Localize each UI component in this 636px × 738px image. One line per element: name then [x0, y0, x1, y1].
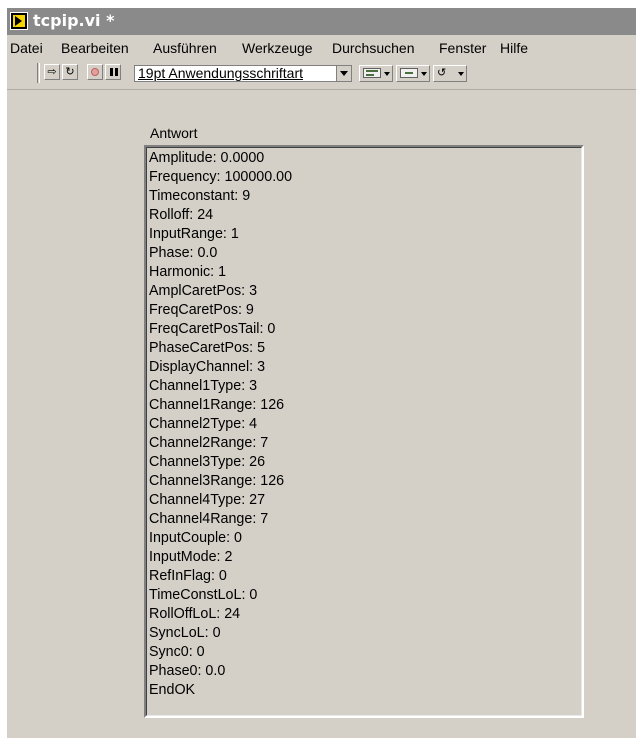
font-selector[interactable]: 19pt Anwendungsschriftart: [134, 65, 352, 82]
antwort-line: Phase: 0.0: [149, 245, 218, 261]
antwort-line: Channel2Range: 7: [149, 435, 269, 451]
window-title: tcpip.vi *: [33, 11, 115, 30]
antwort-line: Channel4Range: 7: [149, 511, 269, 527]
menu-bearbeiten[interactable]: Bearbeiten: [61, 40, 129, 56]
antwort-line: InputCouple: 0: [149, 530, 242, 546]
antwort-line: Phase0: 0.0: [149, 663, 226, 679]
chevron-down-icon[interactable]: [336, 66, 351, 81]
antwort-line: DisplayChannel: 3: [149, 359, 266, 375]
antwort-line: InputRange: 1: [149, 226, 239, 242]
menu-hilfe[interactable]: Hilfe: [500, 40, 528, 56]
pause-icon[interactable]: [105, 64, 121, 80]
run-arrow-icon[interactable]: ⇨: [44, 64, 60, 80]
menu-fenster[interactable]: Fenster: [439, 40, 486, 56]
antwort-line: Harmonic: 1: [149, 264, 227, 280]
toolbar: ⇨ ↻ 19pt Anwendungsschriftart ↺: [7, 60, 636, 90]
toolbar-grip: [37, 63, 40, 83]
menu-ausfuehren[interactable]: Ausführen: [153, 40, 217, 56]
reorder-icon[interactable]: ↺: [433, 65, 467, 82]
align-objects-icon[interactable]: [359, 65, 393, 82]
antwort-line: Timeconstant: 9: [149, 188, 251, 204]
menu-bar: Datei Bearbeiten Ausführen Werkzeuge Dur…: [7, 38, 636, 58]
antwort-line: Channel3Range: 126: [149, 473, 285, 489]
antwort-line: Frequency: 100000.00: [149, 169, 293, 185]
antwort-line: SyncLoL: 0: [149, 625, 221, 641]
antwort-line: EndOK: [149, 682, 196, 698]
antwort-line: TimeConstLoL: 0: [149, 587, 258, 603]
labview-window: tcpip.vi * Datei Bearbeiten Ausführen We…: [7, 8, 636, 738]
run-continuously-icon[interactable]: ↻: [62, 64, 78, 80]
antwort-line: Channel2Type: 4: [149, 416, 258, 432]
menu-werkzeuge[interactable]: Werkzeuge: [242, 40, 313, 56]
abort-icon[interactable]: [87, 64, 103, 80]
antwort-line: Amplitude: 0.0000: [149, 150, 265, 166]
title-bar[interactable]: tcpip.vi *: [7, 8, 636, 35]
antwort-line: FreqCaretPosTail: 0: [149, 321, 276, 337]
antwort-line: AmplCaretPos: 3: [149, 283, 258, 299]
antwort-line: RollOffLoL: 24: [149, 606, 241, 622]
antwort-line: FreqCaretPos: 9: [149, 302, 254, 318]
distribute-objects-icon[interactable]: [396, 65, 430, 82]
antwort-line: Channel3Type: 26: [149, 454, 266, 470]
font-selector-value: 19pt Anwendungsschriftart: [138, 65, 303, 81]
antwort-string-indicator[interactable]: Amplitude: 0.0000 Frequency: 100000.00 Tim…: [144, 145, 584, 718]
antwort-line: PhaseCaretPos: 5: [149, 340, 266, 356]
antwort-label: Antwort: [150, 125, 198, 141]
antwort-line: Rolloff: 24: [149, 207, 214, 223]
antwort-line: Channel1Range: 126: [149, 397, 285, 413]
labview-vi-icon[interactable]: [10, 12, 28, 30]
antwort-text: Amplitude: 0.0000 Frequency: 100000.00 Tim…: [149, 149, 292, 700]
menu-datei[interactable]: Datei: [10, 40, 43, 56]
menu-durchsuchen[interactable]: Durchsuchen: [332, 40, 415, 56]
antwort-line: Channel1Type: 3: [149, 378, 258, 394]
antwort-line: Channel4Type: 27: [149, 492, 266, 508]
antwort-line: RefInFlag: 0: [149, 568, 227, 584]
antwort-line: Sync0: 0: [149, 644, 205, 660]
antwort-line: InputMode: 2: [149, 549, 233, 565]
